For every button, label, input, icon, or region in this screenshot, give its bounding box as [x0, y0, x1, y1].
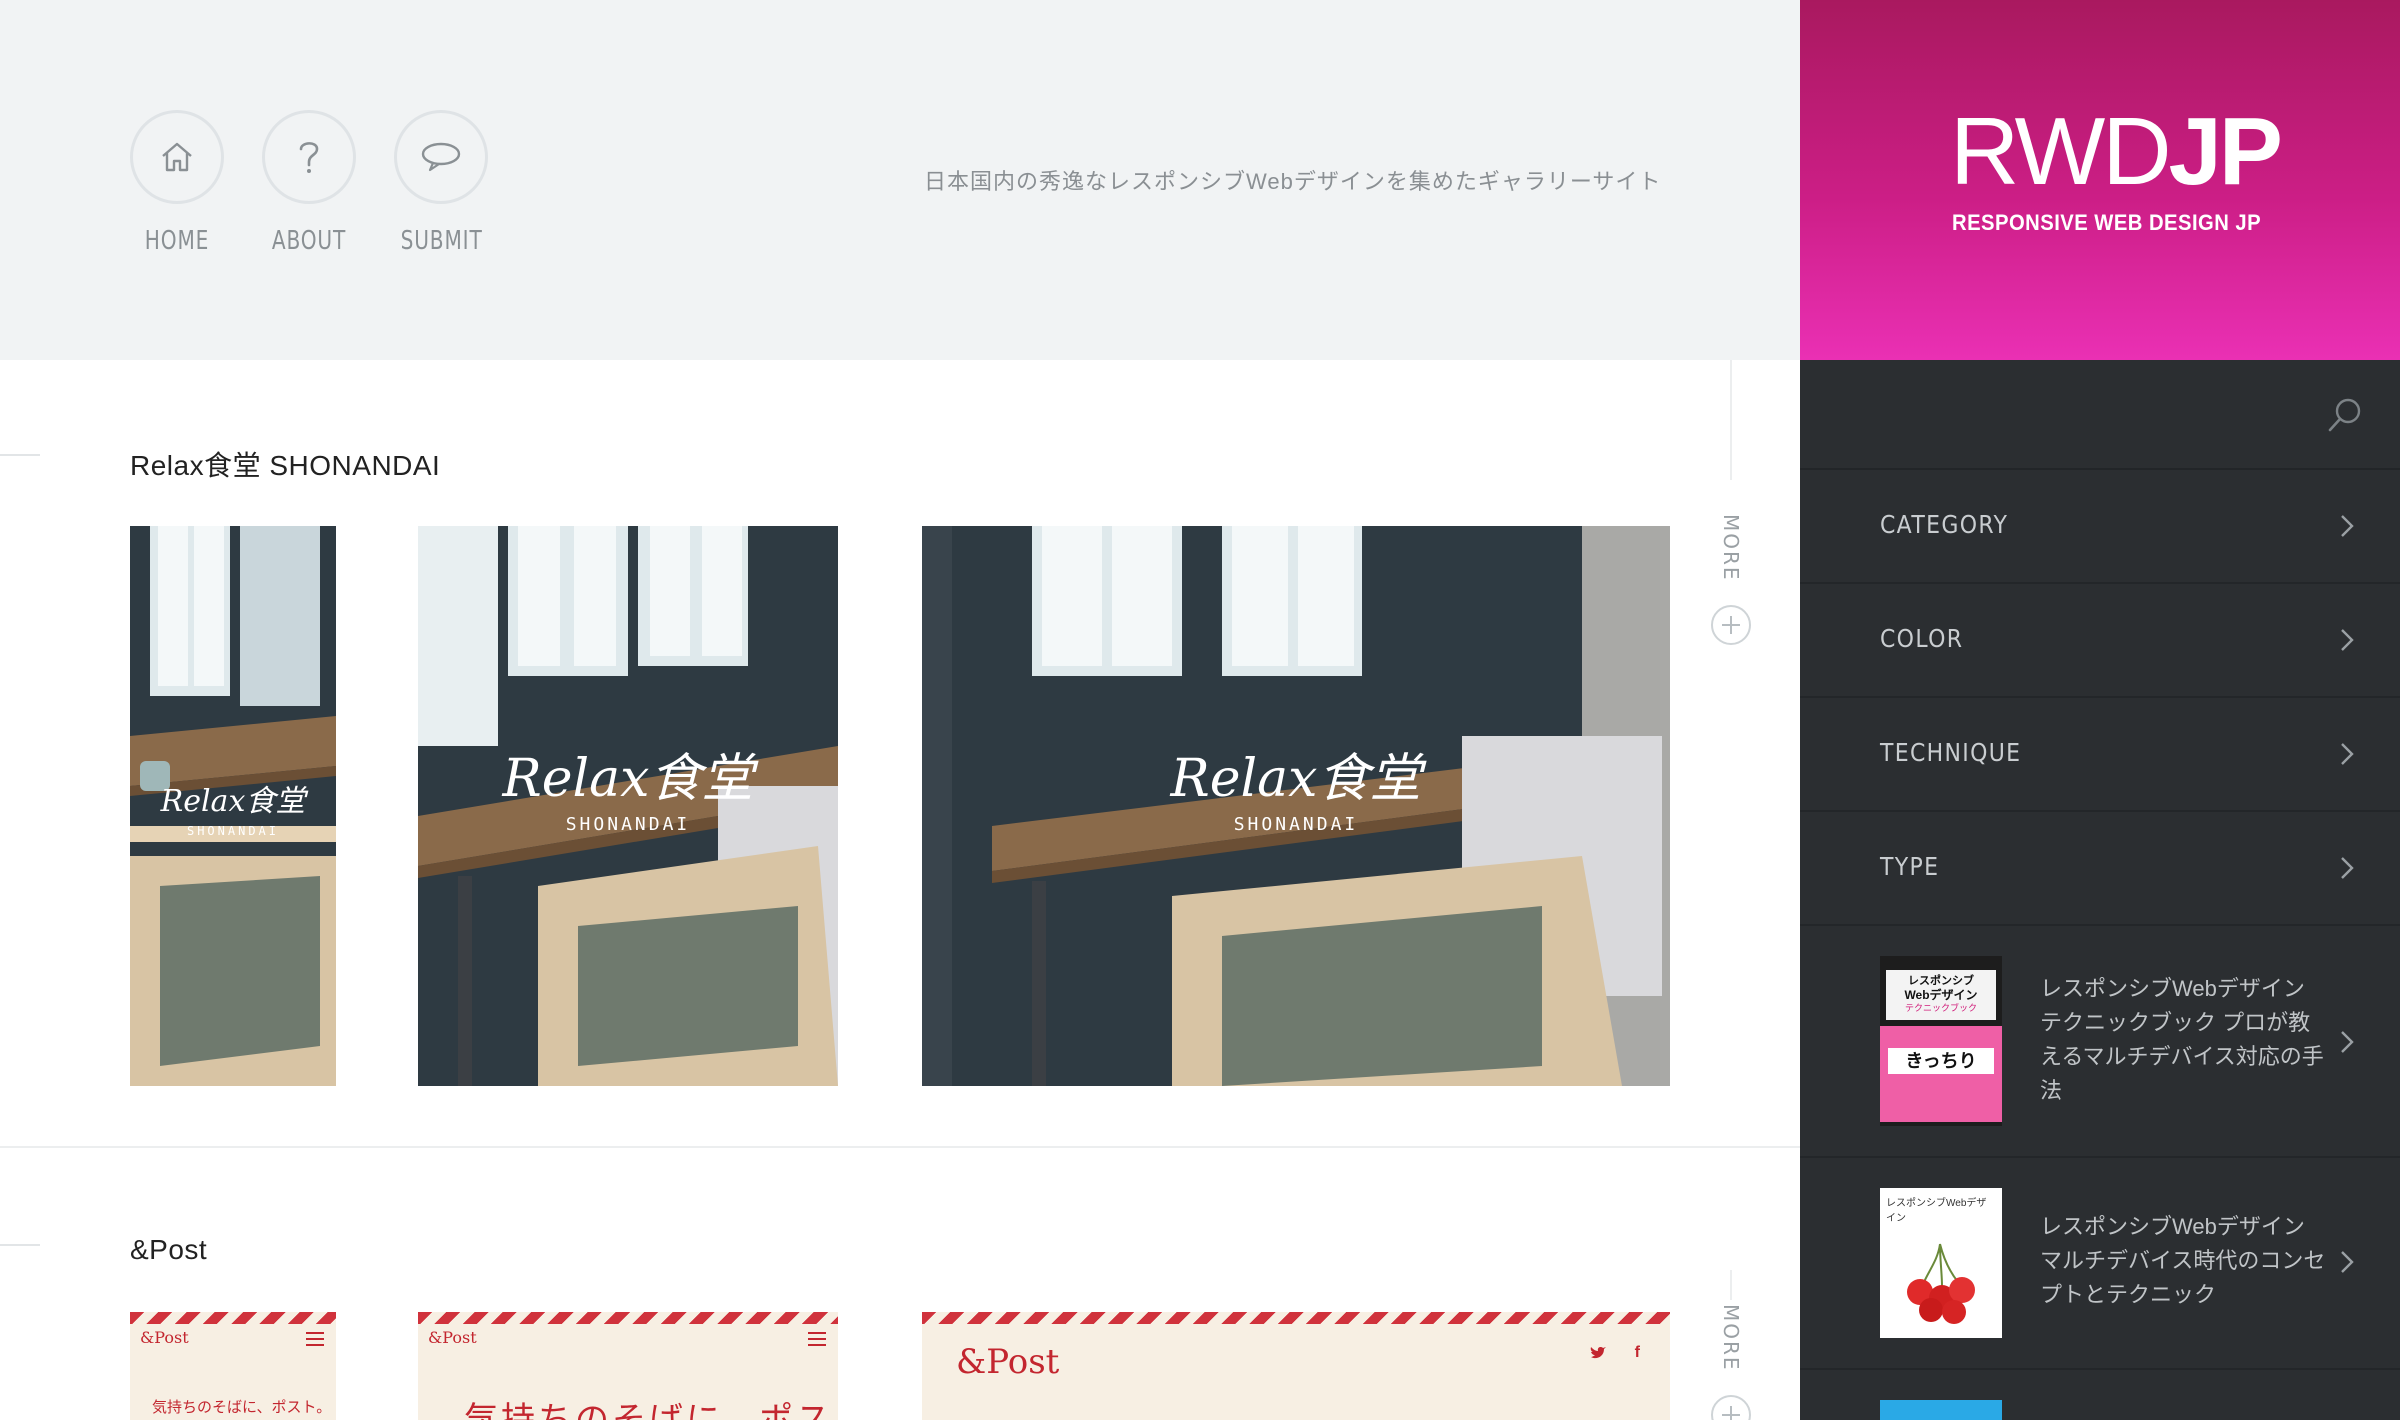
book-item[interactable]: レスポンシブWebデザイン レスポンシブWebデザイン マルチデバイス時代のコン…	[1800, 1158, 2400, 1370]
book-cover-line: Webデザイン	[1904, 988, 1978, 1002]
book-title[interactable]: レスポンシブWebデザイン テクニックブック プロが教えるマルチデバイス対応の手…	[2040, 972, 2330, 1108]
sidebar-item-color[interactable]: COLOR	[1800, 584, 2400, 698]
gallery: Relax食堂 SHONANDAI MORE Relax食堂 SHONANDAI	[0, 360, 1800, 1420]
sidebar-item-technique[interactable]: TECHNIQUE	[1800, 698, 2400, 812]
screenshot-tablet[interactable]: &Post 気持ちのそばに、ポスト	[418, 1312, 838, 1420]
screenshot-tablet[interactable]: Relax食堂 SHONANDAI	[418, 526, 838, 1086]
chevron-right-icon	[2340, 1030, 2354, 1059]
book-cover-pink: きっちり	[1880, 1026, 2002, 1122]
nav-home[interactable]: HOME	[130, 110, 224, 256]
menu-icon	[306, 1332, 324, 1351]
more-button[interactable]: MORE	[1708, 514, 1754, 650]
chevron-right-icon	[2340, 856, 2354, 885]
book-item[interactable]: レスポンシブ Webデザイン テクニックブック きっちり レスポンシブWebデザ…	[1800, 926, 2400, 1158]
screenshot-smartphone[interactable]: &Post 気持ちのそばに、ポスト。	[130, 1312, 336, 1420]
sidebar-item-label: CATEGORY	[1880, 510, 2009, 539]
cherry-illustration	[1907, 1243, 1975, 1324]
nav-home-label[interactable]: HOME	[137, 226, 218, 256]
screenshot-desktop[interactable]: Relax食堂 SHONANDAI	[922, 526, 1670, 1086]
divider	[1730, 360, 1732, 480]
chevron-right-icon	[2340, 514, 2354, 543]
screenshot-smartphone[interactable]: Relax食堂 SHONANDAI	[130, 526, 336, 1086]
shot-copy: 気持ちのそばに、ポスト	[464, 1400, 833, 1420]
shot-logo: Relax食堂	[160, 784, 306, 819]
more-label: MORE	[1719, 514, 1743, 582]
divider	[1730, 1270, 1732, 1300]
shot-logo: &Post	[140, 1328, 189, 1347]
shot-logo: Relax食堂	[502, 749, 754, 809]
site-tagline: 日本国内の秀逸なレスポンシブWebデザインを集めたギャラリーサイト	[924, 169, 1662, 194]
book-cover[interactable]: レスポンシブWebデザイン	[1880, 1188, 2002, 1338]
site-title[interactable]: Relax食堂 SHONANDAI	[130, 444, 440, 484]
shot-copy: 気持ちのそばに、ポスト。	[152, 1398, 332, 1416]
nav-about-label[interactable]: ABOUT	[269, 226, 350, 256]
home-icon[interactable]	[130, 110, 224, 204]
nav-about[interactable]: ABOUT	[262, 110, 356, 256]
twitter-icon	[1590, 1346, 1606, 1365]
sidebar-item-type[interactable]: TYPE	[1800, 812, 2400, 926]
more-button[interactable]: MORE	[1708, 1304, 1754, 1420]
menu-icon	[808, 1332, 826, 1351]
airmail-stripe	[130, 1312, 336, 1324]
chevron-right-icon	[2340, 628, 2354, 657]
section-divider	[0, 1146, 1800, 1148]
logo-subtitle: RESPONSIVE WEB DESIGN JP	[1952, 210, 2262, 235]
airmail-stripe	[922, 1312, 1670, 1324]
shot-logo-sub: SHONANDAI	[186, 824, 280, 838]
logo-wordmark[interactable]: RWDJP	[1950, 104, 2283, 200]
divider	[0, 454, 40, 456]
nav-submit[interactable]: SUBMIT	[394, 110, 488, 256]
logo-rwd: RWD	[1950, 98, 2172, 205]
nav-submit-label[interactable]: SUBMIT	[401, 226, 482, 256]
sidebar-item-label: TYPE	[1880, 852, 1940, 881]
plus-icon[interactable]	[1711, 604, 1751, 645]
sidebar-item-category[interactable]: CATEGORY	[1800, 470, 2400, 584]
plus-icon[interactable]	[1711, 1394, 1751, 1420]
airmail-stripe	[418, 1312, 838, 1324]
search-icon[interactable]	[2326, 396, 2364, 439]
book-cover-line: レスポンシブWebデザイン	[1886, 1198, 1987, 1224]
sidebar: CATEGORY COLOR TECHNIQUE TYPE レスポンシブ Web…	[1800, 360, 2400, 1420]
site-title[interactable]: &Post	[130, 1234, 207, 1266]
shot-logo-sub: SHONANDAI	[1233, 814, 1359, 835]
book-cover-line: テクニックブック	[1904, 1003, 1977, 1013]
screenshot-desktop[interactable]: &Post f	[922, 1312, 1670, 1420]
book-cover-band: レスポンシブ Webデザイン テクニックブック	[1886, 970, 1996, 1020]
more-label: MORE	[1719, 1304, 1743, 1372]
speech-bubble-icon[interactable]	[394, 110, 488, 204]
sidebar-item-label: TECHNIQUE	[1880, 738, 2022, 767]
shot-logo: &Post	[428, 1328, 477, 1347]
shot-logo: &Post	[956, 1342, 1060, 1382]
header: HOME ABOUT SUBMIT 日本国内の秀逸なレスポンシブWebデザインを…	[0, 0, 1800, 360]
book-cover-line: レスポンシブ	[1908, 975, 1974, 987]
search-bar[interactable]	[1800, 360, 2400, 470]
shot-logo-sub: SHONANDAI	[565, 814, 691, 835]
shot-logo: Relax食堂	[1170, 749, 1422, 809]
site-logo[interactable]: RWDJP RESPONSIVE WEB DESIGN JP	[1800, 0, 2400, 360]
logo-jp: JP	[2168, 98, 2283, 205]
chevron-right-icon	[2340, 742, 2354, 771]
facebook-icon: f	[1634, 1344, 1640, 1361]
book-cover-line: きっちり	[1888, 1048, 1994, 1074]
book-cover[interactable]: レスポンシブ Webデザイン テクニックブック きっちり	[1880, 956, 2002, 1126]
question-icon[interactable]	[262, 110, 356, 204]
book-title[interactable]: レスポンシブWebデザイン マルチデバイス時代のコンセプトとテクニック	[2040, 1210, 2330, 1312]
divider	[0, 1244, 40, 1246]
sidebar-item-label: COLOR	[1880, 624, 1964, 653]
book-cover-partial[interactable]	[1880, 1400, 2002, 1420]
chevron-right-icon	[2340, 1250, 2354, 1279]
